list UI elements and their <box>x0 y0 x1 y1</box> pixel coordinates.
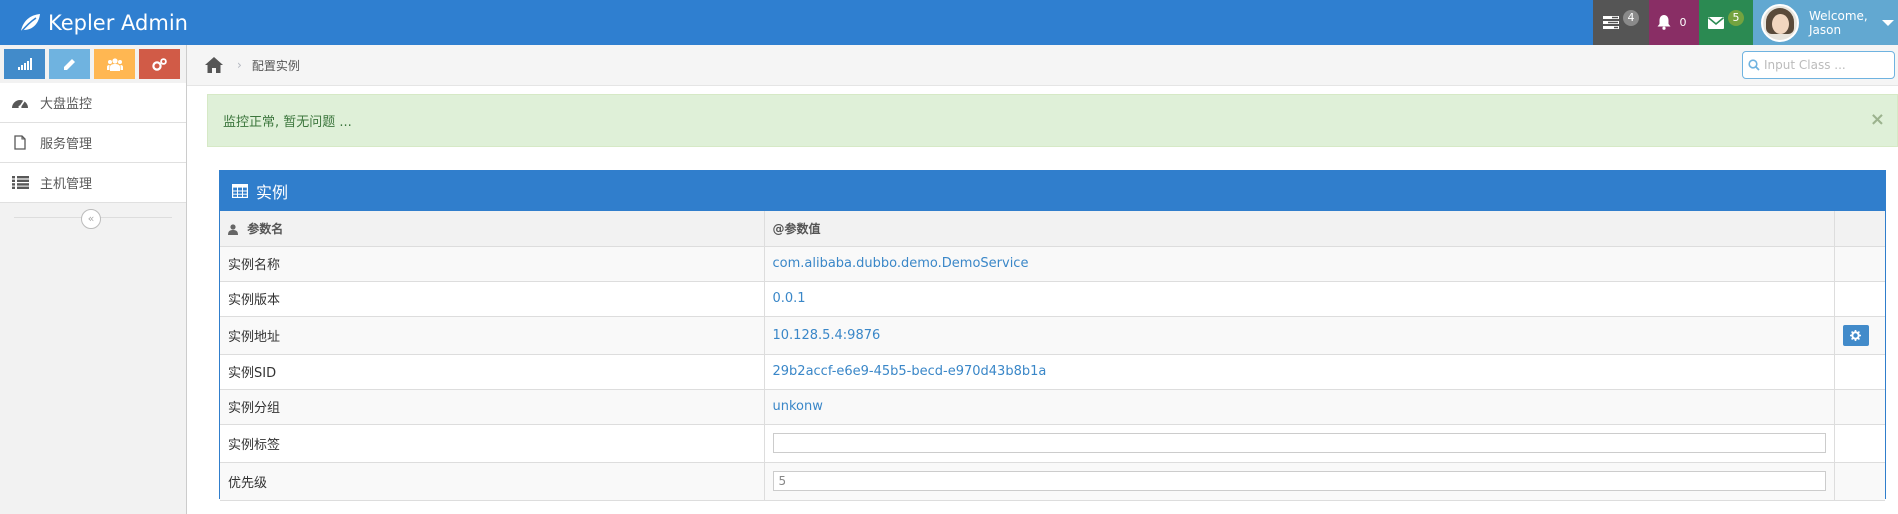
param-name: 实例分组 <box>220 389 764 425</box>
dashboard-icon <box>10 95 30 111</box>
sidebar-item-label: 主机管理 <box>40 177 93 192</box>
table-row: 实例名称 com.alibaba.dubbo.demo.DemoService <box>220 246 1885 282</box>
table-row: 实例分组 unkonw <box>220 389 1885 425</box>
param-value: 0.0.1 <box>763 281 1834 317</box>
success-alert: 监控正常, 暂无问题 ... × <box>207 94 1898 147</box>
notifications-badge: 0 <box>1679 15 1687 29</box>
tasks-button[interactable]: 4 <box>1593 0 1649 45</box>
instance-widget: 实例 参数名 @参数值 实例名称 com.alibaba.dubbo.demo.… <box>219 170 1886 501</box>
param-value: unkonw <box>763 389 1834 425</box>
user-icon <box>228 224 238 235</box>
param-value: 10.128.5.4:9876 <box>763 316 1834 355</box>
table-row: 优先级 <box>220 462 1885 501</box>
sidebar-item-dashboard[interactable]: 大盘监控 <box>0 83 186 123</box>
home-icon[interactable] <box>205 57 223 73</box>
row-actions <box>1833 389 1885 425</box>
tasks-badge: 4 <box>1623 9 1639 26</box>
shortcut-cogs-button[interactable] <box>139 49 180 79</box>
sidebar-item-services[interactable]: 服务管理 <box>0 123 186 163</box>
messages-badge: 5 <box>1728 9 1744 26</box>
top-navbar: Kepler Admin 4 0 5 Welcome, Jason <box>0 0 1898 45</box>
param-name: 实例名称 <box>220 246 764 282</box>
notifications-button[interactable]: 0 <box>1649 0 1699 45</box>
breadcrumb-separator: › <box>237 58 242 72</box>
signal-icon <box>17 58 32 70</box>
app-title: Kepler Admin <box>48 10 188 35</box>
caret-down-icon <box>1881 19 1894 26</box>
cogs-icon <box>152 57 167 71</box>
param-value-cell <box>763 424 1834 463</box>
table-row: 实例SID 29b2accf-e6e9-45b5-becd-e970d43b8b… <box>220 354 1885 390</box>
pencil-icon <box>64 58 75 70</box>
double-angle-left-icon[interactable]: « <box>81 209 101 229</box>
envelope-icon <box>1708 16 1724 29</box>
column-header-value: @参数值 <box>763 211 1834 247</box>
breadcrumb: › 配置实例 <box>187 45 1898 86</box>
param-name: 优先级 <box>220 462 764 501</box>
row-actions <box>1833 462 1885 501</box>
group-icon <box>106 57 123 71</box>
leaf-icon <box>20 13 40 33</box>
gear-icon <box>1850 329 1861 341</box>
column-header-name: 参数名 <box>220 211 764 247</box>
row-actions <box>1833 246 1885 282</box>
tasks-icon <box>1603 15 1619 29</box>
alert-text: 监控正常, 暂无问题 ... <box>223 115 352 130</box>
widget-title: 实例 <box>256 183 289 202</box>
welcome-text: Welcome, Jason <box>1809 8 1868 37</box>
instance-table: 参数名 @参数值 实例名称 com.alibaba.dubbo.demo.Dem… <box>220 211 1885 501</box>
param-name: 实例地址 <box>220 316 764 355</box>
tags-input[interactable] <box>772 433 1826 453</box>
row-actions <box>1833 354 1885 390</box>
column-header-actions <box>1833 211 1885 247</box>
table-icon <box>232 184 248 198</box>
close-icon[interactable]: × <box>1870 109 1885 130</box>
priority-input[interactable] <box>772 471 1826 491</box>
sidebar: 大盘监控 服务管理 主机管理 « <box>0 45 187 514</box>
param-value: com.alibaba.dubbo.demo.DemoService <box>763 246 1834 282</box>
sidebar-item-label: 大盘监控 <box>40 97 93 112</box>
breadcrumb-current: 配置实例 <box>251 58 300 73</box>
brand[interactable]: Kepler Admin <box>18 0 188 45</box>
table-row: 实例标签 <box>220 424 1885 463</box>
file-icon <box>10 135 30 151</box>
widget-header: 实例 <box>220 171 1885 211</box>
search-input[interactable] <box>1764 58 1889 72</box>
param-value-cell <box>763 462 1834 501</box>
user-menu[interactable]: Welcome, Jason <box>1753 0 1898 45</box>
row-actions <box>1833 281 1885 317</box>
table-row: 实例版本 0.0.1 <box>220 281 1885 317</box>
sidebar-collapse-bar: « <box>0 203 186 233</box>
sidebar-item-hosts[interactable]: 主机管理 <box>0 163 186 203</box>
list-icon <box>10 175 30 191</box>
avatar <box>1761 3 1799 42</box>
param-name: 实例版本 <box>220 281 764 317</box>
param-name: 实例SID <box>220 354 764 390</box>
settings-button[interactable] <box>1842 324 1869 346</box>
shortcut-signal-button[interactable] <box>4 49 45 79</box>
param-value: 29b2accf-e6e9-45b5-becd-e970d43b8b1a <box>763 354 1834 390</box>
table-row: 实例地址 10.128.5.4:9876 <box>220 316 1885 355</box>
messages-button[interactable]: 5 <box>1699 0 1753 45</box>
sidebar-shortcuts <box>0 45 186 83</box>
search-box <box>1742 51 1895 79</box>
shortcut-group-button[interactable] <box>94 49 135 79</box>
row-actions <box>1833 316 1885 355</box>
sidebar-item-label: 服务管理 <box>40 137 93 152</box>
search-icon <box>1748 59 1760 71</box>
shortcut-pencil-button[interactable] <box>49 49 90 79</box>
param-name: 实例标签 <box>220 424 764 463</box>
bell-icon <box>1657 15 1671 30</box>
row-actions <box>1833 424 1885 463</box>
